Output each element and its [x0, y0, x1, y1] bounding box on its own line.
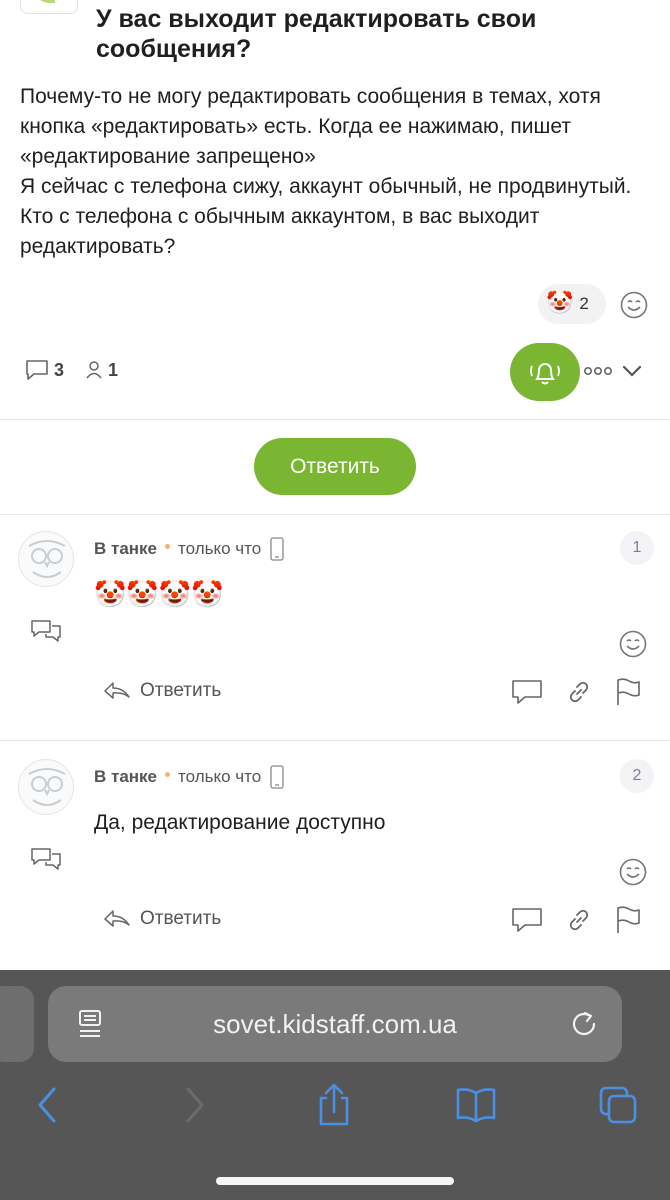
chevron-right-icon: [186, 1087, 204, 1123]
participants-stat[interactable]: 1: [84, 359, 118, 381]
comment-item: В танке только что 1 🤡🤡🤡🤡 Ответить: [0, 515, 670, 737]
reply-arrow-icon: [104, 910, 130, 927]
reply-label: Ответить: [140, 680, 222, 701]
comments-stat[interactable]: 3: [24, 358, 64, 382]
reply-label: Ответить: [140, 908, 222, 929]
comment-number[interactable]: 1: [620, 531, 654, 565]
add-reaction-icon[interactable]: [619, 290, 649, 320]
reaction-count: 2: [579, 294, 589, 313]
topic-card: У вас выходит редактировать свои сообщен…: [0, 0, 670, 420]
comments-count: 3: [54, 359, 65, 380]
comment-item: В танке только что 2 Да, редактирование …: [0, 743, 670, 965]
mobile-icon: [270, 537, 284, 561]
more-icon[interactable]: [583, 360, 613, 382]
link-icon[interactable]: [566, 907, 592, 933]
chevron-left-icon: [38, 1087, 56, 1123]
participants-count: 1: [108, 359, 119, 380]
topic-title: У вас выходит редактировать свои сообщен…: [96, 5, 537, 63]
link-icon[interactable]: [566, 679, 592, 705]
flag-icon[interactable]: [614, 677, 642, 707]
url-text: sovet.kidstaff.com.ua: [213, 1008, 457, 1039]
page: У вас выходит редактировать свои сообщен…: [0, 0, 670, 970]
leaf-icon: [35, 0, 55, 3]
tabs-button[interactable]: [596, 1080, 640, 1130]
owl-avatar-icon: [28, 768, 66, 806]
mobile-icon: [270, 765, 284, 789]
share-button[interactable]: [312, 1080, 356, 1130]
comment-text: Да, редактирование доступно: [94, 811, 386, 834]
comment-header: В танке только что: [94, 765, 285, 789]
flag-icon[interactable]: [614, 905, 642, 935]
comment-author[interactable]: В танке: [94, 767, 157, 787]
forward-button[interactable]: [172, 1080, 216, 1130]
chevron-down-icon[interactable]: [620, 360, 644, 382]
add-reaction-icon[interactable]: [618, 629, 648, 659]
back-button[interactable]: [26, 1080, 70, 1130]
subscribe-bell-button[interactable]: [510, 343, 580, 401]
book-icon: [456, 1088, 496, 1123]
tabs-icon: [599, 1086, 637, 1124]
comment-time: только что: [178, 539, 262, 558]
comment-time: только что: [178, 767, 262, 786]
add-reaction-icon[interactable]: [618, 857, 648, 887]
reload-icon[interactable]: [568, 1008, 600, 1040]
comment-text: 🤡🤡🤡🤡: [94, 580, 224, 610]
comment-icon[interactable]: [510, 677, 544, 707]
avatar[interactable]: [18, 531, 74, 587]
comment-number[interactable]: 2: [620, 759, 654, 793]
forum-logo[interactable]: [20, 0, 78, 14]
comment-author[interactable]: В танке: [94, 539, 157, 559]
comment-reply-button[interactable]: Ответить: [102, 907, 221, 931]
address-bar[interactable]: sovet.kidstaff.com.ua: [48, 986, 622, 1062]
comment-icon[interactable]: [510, 905, 544, 935]
online-dot: [165, 771, 171, 777]
reply-button[interactable]: Ответить: [254, 438, 416, 495]
owl-avatar-icon: [28, 540, 66, 578]
quote-reply-icon[interactable]: [30, 617, 62, 645]
comment-reply-button[interactable]: Ответить: [102, 679, 221, 703]
reaction-pill[interactable]: 🤡 2: [538, 284, 606, 324]
topic-body: Почему-то не могу редактировать сообщени…: [20, 85, 632, 258]
quote-reply-icon[interactable]: [30, 845, 62, 873]
online-dot: [165, 543, 171, 549]
avatar[interactable]: [18, 759, 74, 815]
comment-icon: [26, 360, 48, 380]
comment-actions: [510, 677, 642, 707]
user-icon: [86, 361, 102, 379]
browser-toolbar: sovet.kidstaff.com.ua: [0, 970, 670, 1200]
comment-actions: [510, 905, 642, 935]
browser-nav: [0, 1080, 670, 1130]
home-indicator: [216, 1177, 454, 1185]
divider: [0, 740, 670, 741]
comment-header: В танке только что: [94, 537, 285, 561]
bell-icon: [530, 363, 560, 385]
clown-emoji: 🤡: [546, 291, 574, 316]
topic-stats: 3 1: [24, 358, 118, 382]
bookmarks-button[interactable]: [454, 1080, 498, 1130]
share-icon: [319, 1083, 349, 1126]
previous-tab-preview[interactable]: [0, 986, 34, 1062]
reply-arrow-icon: [104, 682, 130, 699]
